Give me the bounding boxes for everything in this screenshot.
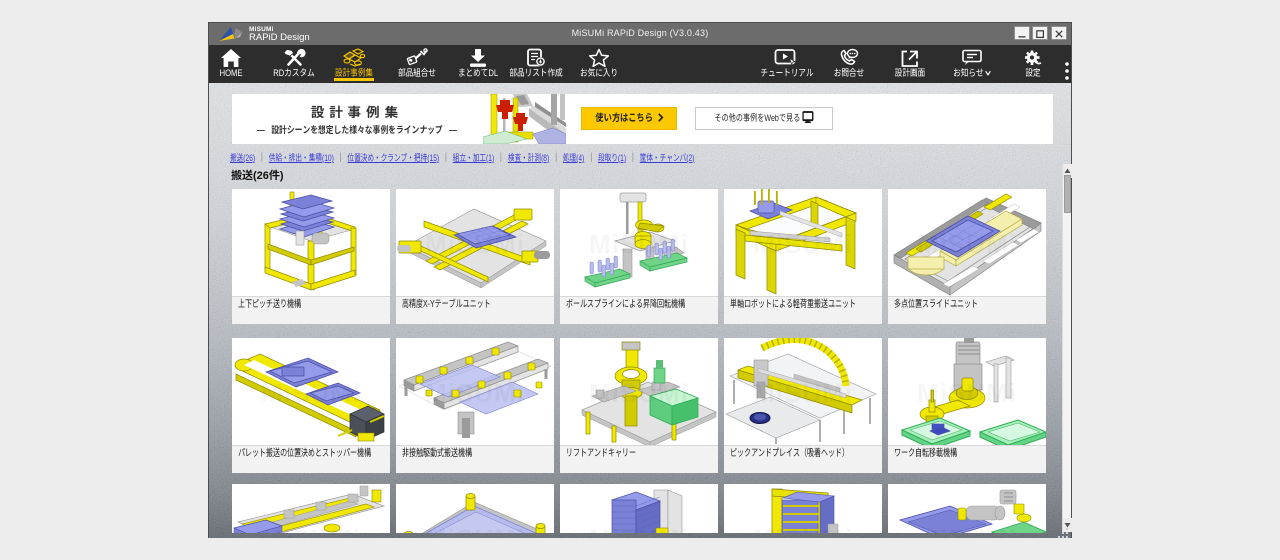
svg-text:MiSUMi: MiSUMi [753, 524, 853, 533]
svg-text:MiSUMi: MiSUMi [917, 524, 1017, 533]
svg-text:MiSUMi: MiSUMi [425, 524, 525, 533]
svg-text:MiSUMi: MiSUMi [425, 378, 525, 408]
svg-text:MiSUMi: MiSUMi [917, 229, 1017, 259]
svg-text:MiSUMi: MiSUMi [261, 524, 361, 533]
svg-text:MiSUMi: MiSUMi [589, 524, 689, 533]
svg-text:MiSUMi: MiSUMi [589, 378, 689, 408]
svg-text:MiSUMi: MiSUMi [753, 378, 853, 408]
svg-text:MiSUMi: MiSUMi [917, 378, 1017, 408]
svg-text:MiSUMi: MiSUMi [589, 229, 689, 259]
svg-text:MiSUMi: MiSUMi [753, 229, 853, 259]
svg-text:MiSUMi: MiSUMi [425, 229, 525, 259]
svg-text:MiSUMi: MiSUMi [261, 378, 361, 408]
